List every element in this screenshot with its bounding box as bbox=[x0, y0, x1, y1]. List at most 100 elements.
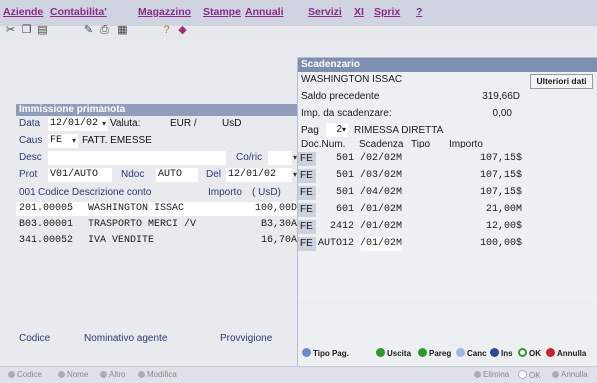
table-row[interactable]: B03.00001 TRASPORTO MERCI /V B3,30A bbox=[16, 218, 299, 232]
status-modifica-label: Modifica bbox=[147, 370, 177, 379]
paste-icon[interactable]: ▤ bbox=[36, 24, 49, 37]
status-codice[interactable]: Codice bbox=[8, 370, 42, 379]
row-doc-type: FE bbox=[298, 152, 316, 166]
uscita-label: Uscita bbox=[387, 349, 412, 358]
caus-dropdown-icon[interactable]: ▾ bbox=[72, 134, 78, 148]
menu-xi[interactable]: XI bbox=[354, 6, 364, 18]
more-data-button[interactable]: Ulteriori dati bbox=[530, 74, 593, 89]
table-row[interactable]: 341.00052 IVA VENDITE 16,70A bbox=[16, 234, 299, 248]
valuta-value: EUR / bbox=[170, 118, 197, 129]
tipo-pag-button[interactable]: Tipo Pag. bbox=[302, 347, 349, 361]
caus-label: Caus bbox=[19, 135, 43, 146]
menu-servizi[interactable]: Servizi bbox=[308, 6, 342, 18]
ok-button[interactable]: OK bbox=[518, 347, 541, 361]
help-icon[interactable]: ? bbox=[160, 24, 173, 37]
row-amount: 100,00D bbox=[254, 203, 297, 214]
pag-label: Pag bbox=[301, 125, 319, 136]
del-input[interactable]: 12/01/02 bbox=[226, 168, 292, 182]
row-doc-type: FE bbox=[298, 186, 316, 200]
del-label: Del bbox=[206, 169, 222, 180]
ndoc-input[interactable]: AUTO bbox=[156, 168, 198, 182]
canc-button[interactable]: Canc bbox=[456, 347, 487, 361]
menu-annuali[interactable]: Annuali bbox=[245, 6, 284, 18]
ok-label: OK bbox=[529, 349, 541, 358]
annulla-button[interactable]: Annulla bbox=[546, 347, 586, 361]
status-nome-label: Nome bbox=[67, 370, 89, 379]
row-importo[interactable]: 21,00M bbox=[444, 203, 522, 217]
row-scadenza[interactable]: /03/02M bbox=[360, 169, 402, 183]
row-code: 201.00005 bbox=[19, 203, 74, 214]
row-importo[interactable]: 100,00$ bbox=[444, 237, 522, 251]
row-desc: IVA VENDITE bbox=[88, 235, 155, 246]
status-bar: Codice Nome Altro Modifica Elimina OK An… bbox=[0, 366, 597, 383]
status-ok[interactable]: OK bbox=[518, 370, 541, 380]
row-importo[interactable]: 107,15$ bbox=[444, 186, 522, 200]
menu-stampe[interactable]: Stampe bbox=[203, 6, 241, 18]
table-row[interactable]: 201.00005 WASHINGTON ISSAC 100,00D bbox=[16, 202, 299, 216]
annulla-label: Annulla bbox=[557, 349, 587, 358]
row-number[interactable]: 601 bbox=[336, 203, 354, 217]
data-label: Data bbox=[19, 118, 41, 129]
ins-button[interactable]: Ins bbox=[490, 347, 513, 361]
status-annulla-label: Annulla bbox=[561, 370, 588, 379]
prot-label: Prot bbox=[19, 169, 38, 180]
canc-label: Canc bbox=[467, 349, 487, 358]
row-desc: WASHINGTON ISSAC bbox=[88, 203, 185, 214]
row-number[interactable]: 501 bbox=[336, 169, 354, 183]
cofric-label: Co/ric bbox=[236, 152, 263, 163]
header-number: 001 bbox=[19, 187, 36, 198]
row-importo[interactable]: 12,00$ bbox=[444, 220, 522, 234]
row-scadenza[interactable]: /04/02M bbox=[360, 186, 402, 200]
row-number[interactable]: 2412 bbox=[330, 220, 354, 234]
row-code: 341.00052 bbox=[19, 235, 74, 246]
status-altro-label: Altro bbox=[109, 370, 126, 379]
data-input[interactable]: 12/01/02 bbox=[48, 117, 108, 131]
menu-help[interactable]: ? bbox=[416, 6, 422, 18]
eraser-icon[interactable]: ◆ bbox=[176, 24, 189, 37]
accounts-table-header: 001 Codice Descrizione conto Importo ( U… bbox=[16, 186, 299, 200]
imp-value: 0,00 bbox=[492, 108, 512, 119]
row-doc-type: FE bbox=[298, 203, 316, 217]
menu-sprix[interactable]: Sprix bbox=[374, 6, 400, 18]
status-altro[interactable]: Altro bbox=[100, 370, 125, 379]
header-importo: Importo bbox=[208, 187, 242, 198]
row-number[interactable]: AUTO12 bbox=[318, 237, 354, 251]
menu-contabilita[interactable]: Contabilita' bbox=[50, 6, 107, 18]
print-icon[interactable]: ⎙ bbox=[98, 24, 111, 37]
row-doc-type: FE bbox=[298, 220, 316, 234]
status-modifica[interactable]: Modifica bbox=[138, 370, 177, 379]
row-scadenza[interactable]: /01/02M bbox=[360, 203, 402, 217]
canc-icon bbox=[456, 348, 465, 357]
pag-dropdown-icon[interactable]: ▾ bbox=[342, 123, 346, 137]
row-scadenza[interactable]: /01/02M bbox=[360, 237, 403, 251]
row-scadenza[interactable]: /01/02M bbox=[360, 220, 402, 234]
row-scadenza[interactable]: /02/02M bbox=[360, 152, 402, 166]
copy-icon[interactable]: ❐ bbox=[20, 24, 33, 37]
pareg-button[interactable]: Pareg bbox=[418, 347, 451, 361]
row-number[interactable]: 501 bbox=[336, 186, 354, 200]
valuta-code: UsD bbox=[222, 118, 242, 129]
status-elimina[interactable]: Elimina bbox=[474, 370, 509, 379]
row-number[interactable]: 501 bbox=[336, 152, 354, 166]
uscita-button[interactable]: Uscita bbox=[376, 347, 411, 361]
data-dropdown-icon[interactable]: ▾ bbox=[102, 117, 108, 131]
status-nome[interactable]: Nome bbox=[58, 370, 88, 379]
row-importo[interactable]: 107,15$ bbox=[444, 169, 522, 183]
menu-magazzino[interactable]: Magazzino bbox=[138, 6, 191, 18]
ins-label: Ins bbox=[501, 349, 513, 358]
cut-icon[interactable]: ✂ bbox=[4, 24, 17, 37]
desc-input[interactable] bbox=[48, 151, 226, 165]
list-icon[interactable]: ▦ bbox=[116, 24, 129, 37]
annulla-icon bbox=[546, 348, 555, 357]
prot-input[interactable]: V01/AUTO bbox=[48, 168, 112, 182]
menu-aziende[interactable]: Aziende bbox=[3, 6, 43, 18]
edit-icon[interactable]: ✎ bbox=[82, 24, 95, 37]
cofric-input[interactable] bbox=[268, 151, 292, 165]
status-annulla[interactable]: Annulla bbox=[552, 370, 588, 379]
scadenzario-toolbar: Tipo Pag. Uscita Pareg Canc Ins OK Annul… bbox=[298, 343, 597, 365]
row-desc: TRASPORTO MERCI /V bbox=[88, 219, 197, 230]
imp-label: Imp. da scadenzare: bbox=[301, 108, 392, 119]
footer-provvigione: Provvigione bbox=[220, 333, 273, 344]
valuta-label: Valuta: bbox=[110, 118, 141, 129]
row-importo[interactable]: 107,15$ bbox=[444, 152, 522, 166]
